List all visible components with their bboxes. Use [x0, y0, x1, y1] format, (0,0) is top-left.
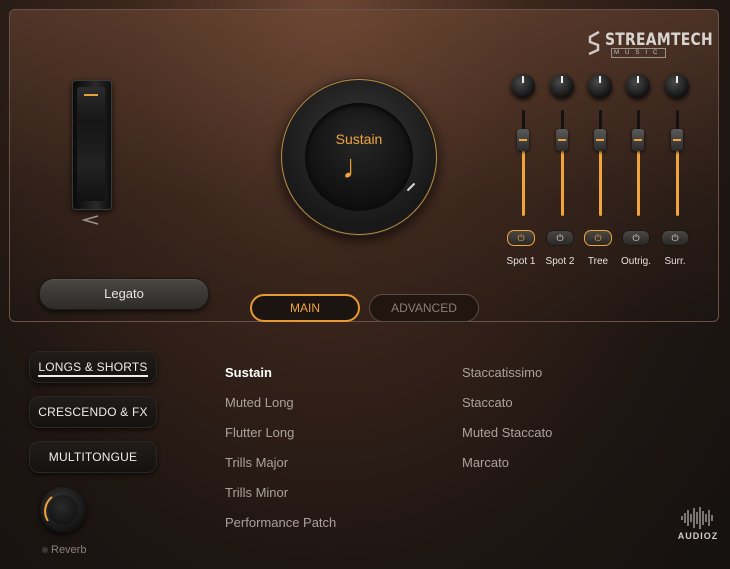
- articulation-muted-staccato[interactable]: Muted Staccato: [462, 425, 552, 440]
- mod-wheel[interactable]: [72, 80, 112, 210]
- mic-channel: ⏻ Surr.: [657, 72, 697, 272]
- articulation-marcato[interactable]: Marcato: [462, 455, 509, 470]
- power-icon[interactable]: ⏻: [661, 230, 689, 246]
- mic-fader-thumb-marker: [519, 139, 527, 141]
- mic-fader-fill: [676, 140, 679, 216]
- watermark: AUDIOZ: [674, 506, 722, 546]
- mic-fader-thumb[interactable]: [556, 129, 568, 151]
- mic-channel: ⏻ Tree: [580, 72, 620, 272]
- category-crescendo-fx[interactable]: CRESCENDO & FX: [29, 396, 157, 428]
- mic-knob-marker: [599, 76, 601, 83]
- articulation-sustain[interactable]: Sustain: [225, 365, 272, 380]
- mic-fader-thumb-marker: [558, 139, 566, 141]
- mod-wheel-marker: [84, 94, 98, 96]
- articulation-trills-major[interactable]: Trills Major: [225, 455, 288, 470]
- brand-logo: STREAMTECH MUSIC: [587, 30, 713, 58]
- waveform-icon: [681, 507, 713, 529]
- category-label: MULTITONGUE: [48, 450, 138, 464]
- reverb-knob[interactable]: [40, 487, 86, 533]
- mic-fader-thumb-marker: [596, 139, 604, 141]
- mic-fader-thumb-marker: [673, 139, 681, 141]
- brand-sub: MUSIC: [611, 48, 667, 58]
- mic-fader-track[interactable]: [599, 110, 602, 216]
- mic-pan-knob[interactable]: [665, 74, 689, 98]
- mic-fader-track[interactable]: [637, 110, 640, 216]
- category-label: LONGS & SHORTS: [38, 360, 148, 377]
- mic-channel: ⏻ Spot 2: [542, 72, 582, 272]
- mod-wheel-surface: [77, 87, 105, 201]
- mic-fader-thumb[interactable]: [517, 129, 529, 151]
- mic-fader-fill: [599, 140, 602, 216]
- articulation-staccatissimo[interactable]: Staccatissimo: [462, 365, 542, 380]
- reverb-power-icon[interactable]: [42, 547, 48, 553]
- mic-fader-fill: [561, 140, 564, 216]
- articulation-muted-long[interactable]: Muted Long: [225, 395, 294, 410]
- tab-main[interactable]: MAIN: [250, 294, 360, 322]
- mic-knob-marker: [676, 76, 678, 83]
- brand-name: STREAMTECH: [605, 30, 713, 50]
- mic-fader-fill: [522, 140, 525, 216]
- power-icon[interactable]: ⏻: [584, 230, 612, 246]
- power-icon[interactable]: ⏻: [546, 230, 574, 246]
- power-icon[interactable]: ⏻: [622, 230, 650, 246]
- reverb-knob-face: [48, 495, 78, 525]
- category-label: CRESCENDO & FX: [38, 405, 148, 419]
- reverb-label: Reverb: [51, 544, 87, 556]
- mic-knob-marker: [637, 76, 639, 83]
- articulation-staccato[interactable]: Staccato: [462, 395, 513, 410]
- mic-fader-thumb[interactable]: [632, 129, 644, 151]
- mic-label: Surr.: [664, 256, 686, 267]
- mic-pan-knob[interactable]: [550, 74, 574, 98]
- mic-fader-fill: [637, 140, 640, 216]
- articulation-dial[interactable]: Sustain ♩: [281, 79, 437, 235]
- mic-channel: ⏻ Outrig.: [618, 72, 658, 272]
- articulation-trills-minor[interactable]: Trills Minor: [225, 485, 288, 500]
- legato-button[interactable]: Legato: [39, 278, 209, 310]
- articulation-dial-face: Sustain ♩: [305, 103, 413, 211]
- mic-fader-thumb-marker: [634, 139, 642, 141]
- watermark-text: AUDIOZ: [677, 531, 719, 541]
- articulation-flutter-long[interactable]: Flutter Long: [225, 425, 294, 440]
- articulation-dial-label: Sustain: [335, 131, 383, 147]
- mic-fader-track[interactable]: [522, 110, 525, 216]
- mic-pan-knob[interactable]: [511, 74, 535, 98]
- power-icon[interactable]: ⏻: [507, 230, 535, 246]
- articulation-performance-patch[interactable]: Performance Patch: [225, 515, 336, 530]
- eighth-note-icon: ♩: [342, 148, 376, 186]
- mic-channel: ⏻ Spot 1: [503, 72, 543, 272]
- mic-fader-thumb[interactable]: [671, 129, 683, 151]
- category-multitongue[interactable]: MULTITONGUE: [29, 441, 157, 473]
- tab-advanced[interactable]: ADVANCED: [369, 294, 479, 322]
- category-longs-shorts[interactable]: LONGS & SHORTS: [29, 351, 157, 383]
- chevron-left-icon: [81, 215, 99, 225]
- mic-pan-knob[interactable]: [588, 74, 612, 98]
- mic-fader-track[interactable]: [561, 110, 564, 216]
- mic-fader-track[interactable]: [676, 110, 679, 216]
- mic-pan-knob[interactable]: [626, 74, 650, 98]
- mic-fader-thumb[interactable]: [594, 129, 606, 151]
- mic-knob-marker: [522, 76, 524, 83]
- mic-knob-marker: [561, 76, 563, 83]
- streamtech-logo-icon: [588, 30, 600, 56]
